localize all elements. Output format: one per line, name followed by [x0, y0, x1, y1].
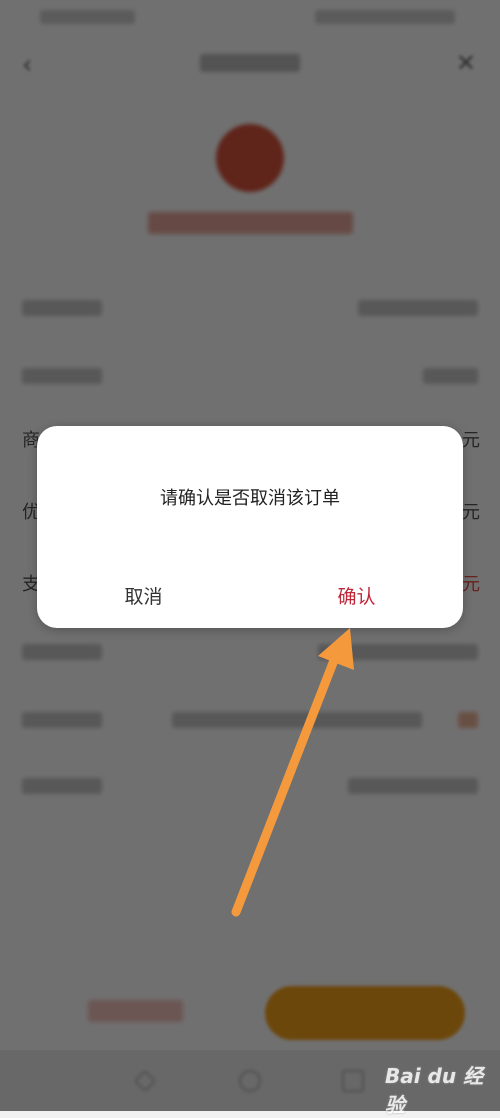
watermark-logo: Bai du 经验	[385, 1064, 484, 1117]
annotation-arrow-shaft	[231, 645, 343, 917]
annotation-arrow	[231, 628, 354, 917]
